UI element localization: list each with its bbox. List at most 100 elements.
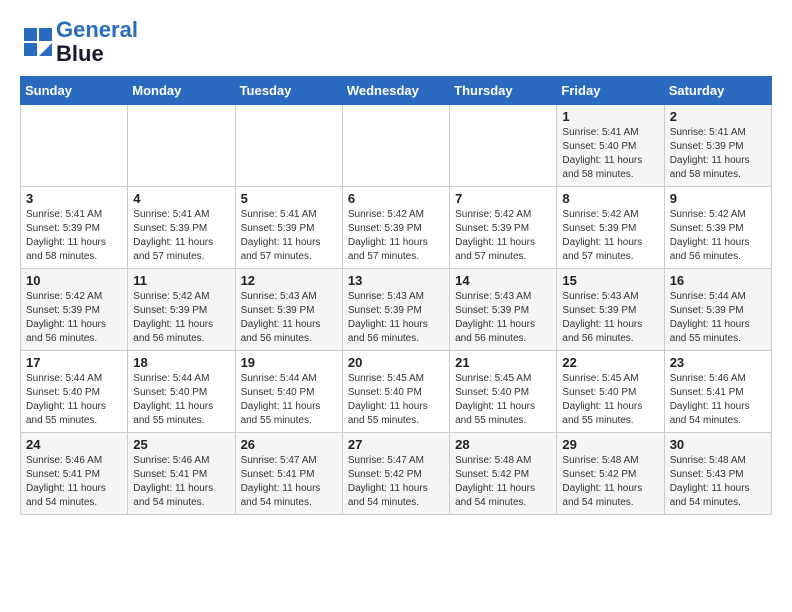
day-cell-26: 26 Sunrise: 5:47 AMSunset: 5:41 PMDayligh… xyxy=(235,433,342,515)
week-row-4: 24 Sunrise: 5:46 AMSunset: 5:41 PMDayligh… xyxy=(21,433,772,515)
day-number: 4 xyxy=(133,191,229,206)
header-day-sunday: Sunday xyxy=(21,77,128,105)
day-cell-29: 29 Sunrise: 5:48 AMSunset: 5:42 PMDayligh… xyxy=(557,433,664,515)
header-day-tuesday: Tuesday xyxy=(235,77,342,105)
day-number: 5 xyxy=(241,191,337,206)
day-info: Sunrise: 5:44 AMSunset: 5:40 PMDaylight:… xyxy=(26,372,122,428)
day-info: Sunrise: 5:47 AMSunset: 5:42 PMDaylight:… xyxy=(348,454,444,510)
day-cell-1: 1 Sunrise: 5:41 AMSunset: 5:40 PMDaylight… xyxy=(557,105,664,187)
day-number: 26 xyxy=(241,437,337,452)
day-info: Sunrise: 5:46 AMSunset: 5:41 PMDaylight:… xyxy=(133,454,229,510)
logo-blue-text: Blue xyxy=(56,41,104,66)
day-number: 3 xyxy=(26,191,122,206)
day-cell-20: 20 Sunrise: 5:45 AMSunset: 5:40 PMDayligh… xyxy=(342,351,449,433)
day-cell-13: 13 Sunrise: 5:43 AMSunset: 5:39 PMDayligh… xyxy=(342,269,449,351)
day-cell-2: 2 Sunrise: 5:41 AMSunset: 5:39 PMDaylight… xyxy=(664,105,771,187)
day-cell-7: 7Sunrise: 5:42 AMSunset: 5:39 PMDaylight… xyxy=(450,187,557,269)
header-day-monday: Monday xyxy=(128,77,235,105)
day-info: Sunrise: 5:43 AMSunset: 5:39 PMDaylight:… xyxy=(241,290,337,346)
day-info: Sunrise: 5:41 AMSunset: 5:39 PMDaylight:… xyxy=(241,208,337,264)
day-info: Sunrise: 5:44 AMSunset: 5:40 PMDaylight:… xyxy=(133,372,229,428)
day-number: 8 xyxy=(562,191,658,206)
day-number: 30 xyxy=(670,437,766,452)
day-info: Sunrise: 5:44 AMSunset: 5:40 PMDaylight:… xyxy=(241,372,337,428)
day-cell-17: 17Sunrise: 5:44 AMSunset: 5:40 PMDayligh… xyxy=(21,351,128,433)
day-number: 22 xyxy=(562,355,658,370)
day-cell-11: 11Sunrise: 5:42 AMSunset: 5:39 PMDayligh… xyxy=(128,269,235,351)
day-cell-16: 16 Sunrise: 5:44 AMSunset: 5:39 PMDayligh… xyxy=(664,269,771,351)
day-info: Sunrise: 5:42 AMSunset: 5:39 PMDaylight:… xyxy=(562,208,658,264)
day-cell-21: 21 Sunrise: 5:45 AMSunset: 5:40 PMDayligh… xyxy=(450,351,557,433)
day-number: 14 xyxy=(455,273,551,288)
day-number: 25 xyxy=(133,437,229,452)
day-number: 16 xyxy=(670,273,766,288)
day-number: 9 xyxy=(670,191,766,206)
day-cell-24: 24 Sunrise: 5:46 AMSunset: 5:41 PMDayligh… xyxy=(21,433,128,515)
day-cell-30: 30 Sunrise: 5:48 AMSunset: 5:43 PMDayligh… xyxy=(664,433,771,515)
day-info: Sunrise: 5:46 AMSunset: 5:41 PMDaylight:… xyxy=(26,454,122,510)
header-day-wednesday: Wednesday xyxy=(342,77,449,105)
day-number: 13 xyxy=(348,273,444,288)
header-day-saturday: Saturday xyxy=(664,77,771,105)
week-row-3: 17Sunrise: 5:44 AMSunset: 5:40 PMDayligh… xyxy=(21,351,772,433)
day-cell-3: 3 Sunrise: 5:41 AMSunset: 5:39 PMDaylight… xyxy=(21,187,128,269)
empty-cell xyxy=(342,105,449,187)
day-info: Sunrise: 5:42 AMSunset: 5:39 PMDaylight:… xyxy=(455,208,551,264)
day-number: 21 xyxy=(455,355,551,370)
calendar-body: 1 Sunrise: 5:41 AMSunset: 5:40 PMDaylight… xyxy=(21,105,772,515)
day-number: 20 xyxy=(348,355,444,370)
day-cell-10: 10 Sunrise: 5:42 AMSunset: 5:39 PMDayligh… xyxy=(21,269,128,351)
day-number: 11 xyxy=(133,273,229,288)
header-day-thursday: Thursday xyxy=(450,77,557,105)
day-cell-25: 25 Sunrise: 5:46 AMSunset: 5:41 PMDayligh… xyxy=(128,433,235,515)
week-row-1: 3 Sunrise: 5:41 AMSunset: 5:39 PMDaylight… xyxy=(21,187,772,269)
day-info: Sunrise: 5:45 AMSunset: 5:40 PMDaylight:… xyxy=(562,372,658,428)
day-cell-28: 28 Sunrise: 5:48 AMSunset: 5:42 PMDayligh… xyxy=(450,433,557,515)
day-info: Sunrise: 5:45 AMSunset: 5:40 PMDaylight:… xyxy=(348,372,444,428)
day-cell-14: 14 Sunrise: 5:43 AMSunset: 5:39 PMDayligh… xyxy=(450,269,557,351)
header-row: SundayMondayTuesdayWednesdayThursdayFrid… xyxy=(21,77,772,105)
day-info: Sunrise: 5:41 AMSunset: 5:39 PMDaylight:… xyxy=(26,208,122,264)
week-row-0: 1 Sunrise: 5:41 AMSunset: 5:40 PMDaylight… xyxy=(21,105,772,187)
day-info: Sunrise: 5:43 AMSunset: 5:39 PMDaylight:… xyxy=(455,290,551,346)
empty-cell xyxy=(235,105,342,187)
day-info: Sunrise: 5:44 AMSunset: 5:39 PMDaylight:… xyxy=(670,290,766,346)
day-number: 10 xyxy=(26,273,122,288)
day-number: 23 xyxy=(670,355,766,370)
empty-cell xyxy=(128,105,235,187)
day-info: Sunrise: 5:46 AMSunset: 5:41 PMDaylight:… xyxy=(670,372,766,428)
logo-general: General xyxy=(56,17,138,42)
day-number: 29 xyxy=(562,437,658,452)
day-info: Sunrise: 5:48 AMSunset: 5:43 PMDaylight:… xyxy=(670,454,766,510)
day-number: 2 xyxy=(670,109,766,124)
day-number: 12 xyxy=(241,273,337,288)
day-number: 28 xyxy=(455,437,551,452)
page-header: General Blue xyxy=(0,0,792,76)
day-cell-23: 23 Sunrise: 5:46 AMSunset: 5:41 PMDayligh… xyxy=(664,351,771,433)
day-info: Sunrise: 5:48 AMSunset: 5:42 PMDaylight:… xyxy=(562,454,658,510)
logo-icon xyxy=(24,28,52,56)
day-info: Sunrise: 5:45 AMSunset: 5:40 PMDaylight:… xyxy=(455,372,551,428)
day-cell-12: 12 Sunrise: 5:43 AMSunset: 5:39 PMDayligh… xyxy=(235,269,342,351)
day-info: Sunrise: 5:42 AMSunset: 5:39 PMDaylight:… xyxy=(26,290,122,346)
logo: General Blue xyxy=(24,18,138,66)
day-cell-27: 27 Sunrise: 5:47 AMSunset: 5:42 PMDayligh… xyxy=(342,433,449,515)
day-info: Sunrise: 5:42 AMSunset: 5:39 PMDaylight:… xyxy=(348,208,444,264)
header-day-friday: Friday xyxy=(557,77,664,105)
day-info: Sunrise: 5:43 AMSunset: 5:39 PMDaylight:… xyxy=(348,290,444,346)
day-info: Sunrise: 5:47 AMSunset: 5:41 PMDaylight:… xyxy=(241,454,337,510)
day-number: 27 xyxy=(348,437,444,452)
day-info: Sunrise: 5:41 AMSunset: 5:39 PMDaylight:… xyxy=(670,126,766,182)
calendar-table: SundayMondayTuesdayWednesdayThursdayFrid… xyxy=(20,76,772,515)
empty-cell xyxy=(21,105,128,187)
day-info: Sunrise: 5:42 AMSunset: 5:39 PMDaylight:… xyxy=(670,208,766,264)
day-number: 1 xyxy=(562,109,658,124)
day-cell-18: 18 Sunrise: 5:44 AMSunset: 5:40 PMDayligh… xyxy=(128,351,235,433)
day-cell-9: 9 Sunrise: 5:42 AMSunset: 5:39 PMDaylight… xyxy=(664,187,771,269)
day-number: 24 xyxy=(26,437,122,452)
day-info: Sunrise: 5:41 AMSunset: 5:40 PMDaylight:… xyxy=(562,126,658,182)
day-info: Sunrise: 5:41 AMSunset: 5:39 PMDaylight:… xyxy=(133,208,229,264)
day-info: Sunrise: 5:48 AMSunset: 5:42 PMDaylight:… xyxy=(455,454,551,510)
day-number: 18 xyxy=(133,355,229,370)
day-cell-19: 19Sunrise: 5:44 AMSunset: 5:40 PMDayligh… xyxy=(235,351,342,433)
